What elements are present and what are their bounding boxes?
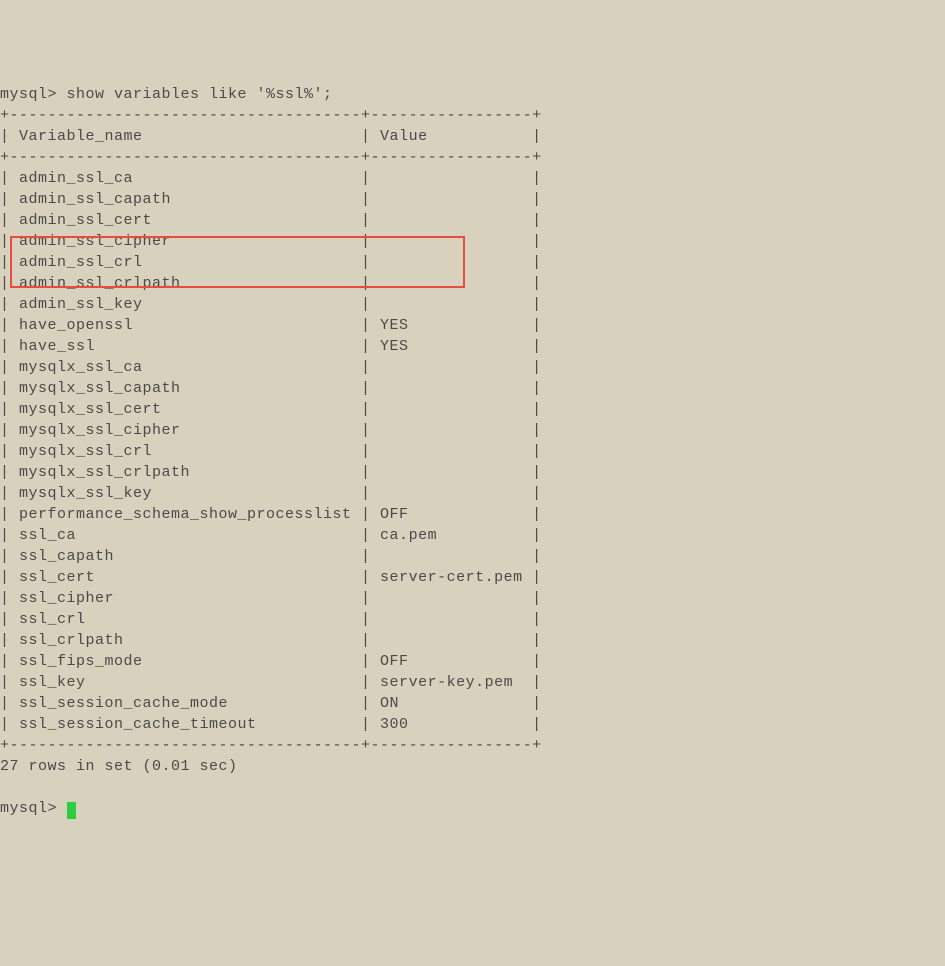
- table-row: | mysqlx_ssl_capath | |: [0, 380, 542, 397]
- table-row: | mysqlx_ssl_cert | |: [0, 401, 542, 418]
- table-row: | ssl_session_cache_mode | ON |: [0, 695, 542, 712]
- table-row: | ssl_session_cache_timeout | 300 |: [0, 716, 542, 733]
- table-border-mid: +-------------------------------------+-…: [0, 149, 542, 166]
- table-row: | mysqlx_ssl_key | |: [0, 485, 542, 502]
- table-row: | mysqlx_ssl_crl | |: [0, 443, 542, 460]
- table-row: | mysqlx_ssl_crlpath | |: [0, 464, 542, 481]
- table-row: | admin_ssl_capath | |: [0, 191, 542, 208]
- table-row: | performance_schema_show_processlist | …: [0, 506, 542, 523]
- table-row: | ssl_ca | ca.pem |: [0, 527, 542, 544]
- result-summary: 27 rows in set (0.01 sec): [0, 758, 238, 775]
- table-row: | ssl_fips_mode | OFF |: [0, 653, 542, 670]
- table-row: | mysqlx_ssl_cipher | |: [0, 422, 542, 439]
- table-row: | have_openssl | YES |: [0, 317, 542, 334]
- command-line: mysql> show variables like '%ssl%';: [0, 86, 333, 103]
- table-row: | admin_ssl_key | |: [0, 296, 542, 313]
- terminal-output: mysql> show variables like '%ssl%'; +---…: [0, 84, 945, 819]
- table-row: | ssl_key | server-key.pem |: [0, 674, 542, 691]
- table-row: | admin_ssl_crl | |: [0, 254, 542, 271]
- cursor-icon: [67, 802, 76, 819]
- table-row: | ssl_cipher | |: [0, 590, 542, 607]
- table-row: | admin_ssl_cert | |: [0, 212, 542, 229]
- table-row: | mysqlx_ssl_ca | |: [0, 359, 542, 376]
- table-row: | have_ssl | YES |: [0, 338, 542, 355]
- table-header-row: | Variable_name | Value |: [0, 128, 542, 145]
- table-row: | ssl_cert | server-cert.pem |: [0, 569, 542, 586]
- table-row: | ssl_crlpath | |: [0, 632, 542, 649]
- table-row: | admin_ssl_crlpath | |: [0, 275, 542, 292]
- mysql-prompt[interactable]: mysql>: [0, 800, 67, 817]
- table-border-top: +-------------------------------------+-…: [0, 107, 542, 124]
- table-row: | ssl_crl | |: [0, 611, 542, 628]
- table-row: | admin_ssl_cipher | |: [0, 233, 542, 250]
- table-row: | admin_ssl_ca | |: [0, 170, 542, 187]
- table-border-bottom: +-------------------------------------+-…: [0, 737, 542, 754]
- table-row: | ssl_capath | |: [0, 548, 542, 565]
